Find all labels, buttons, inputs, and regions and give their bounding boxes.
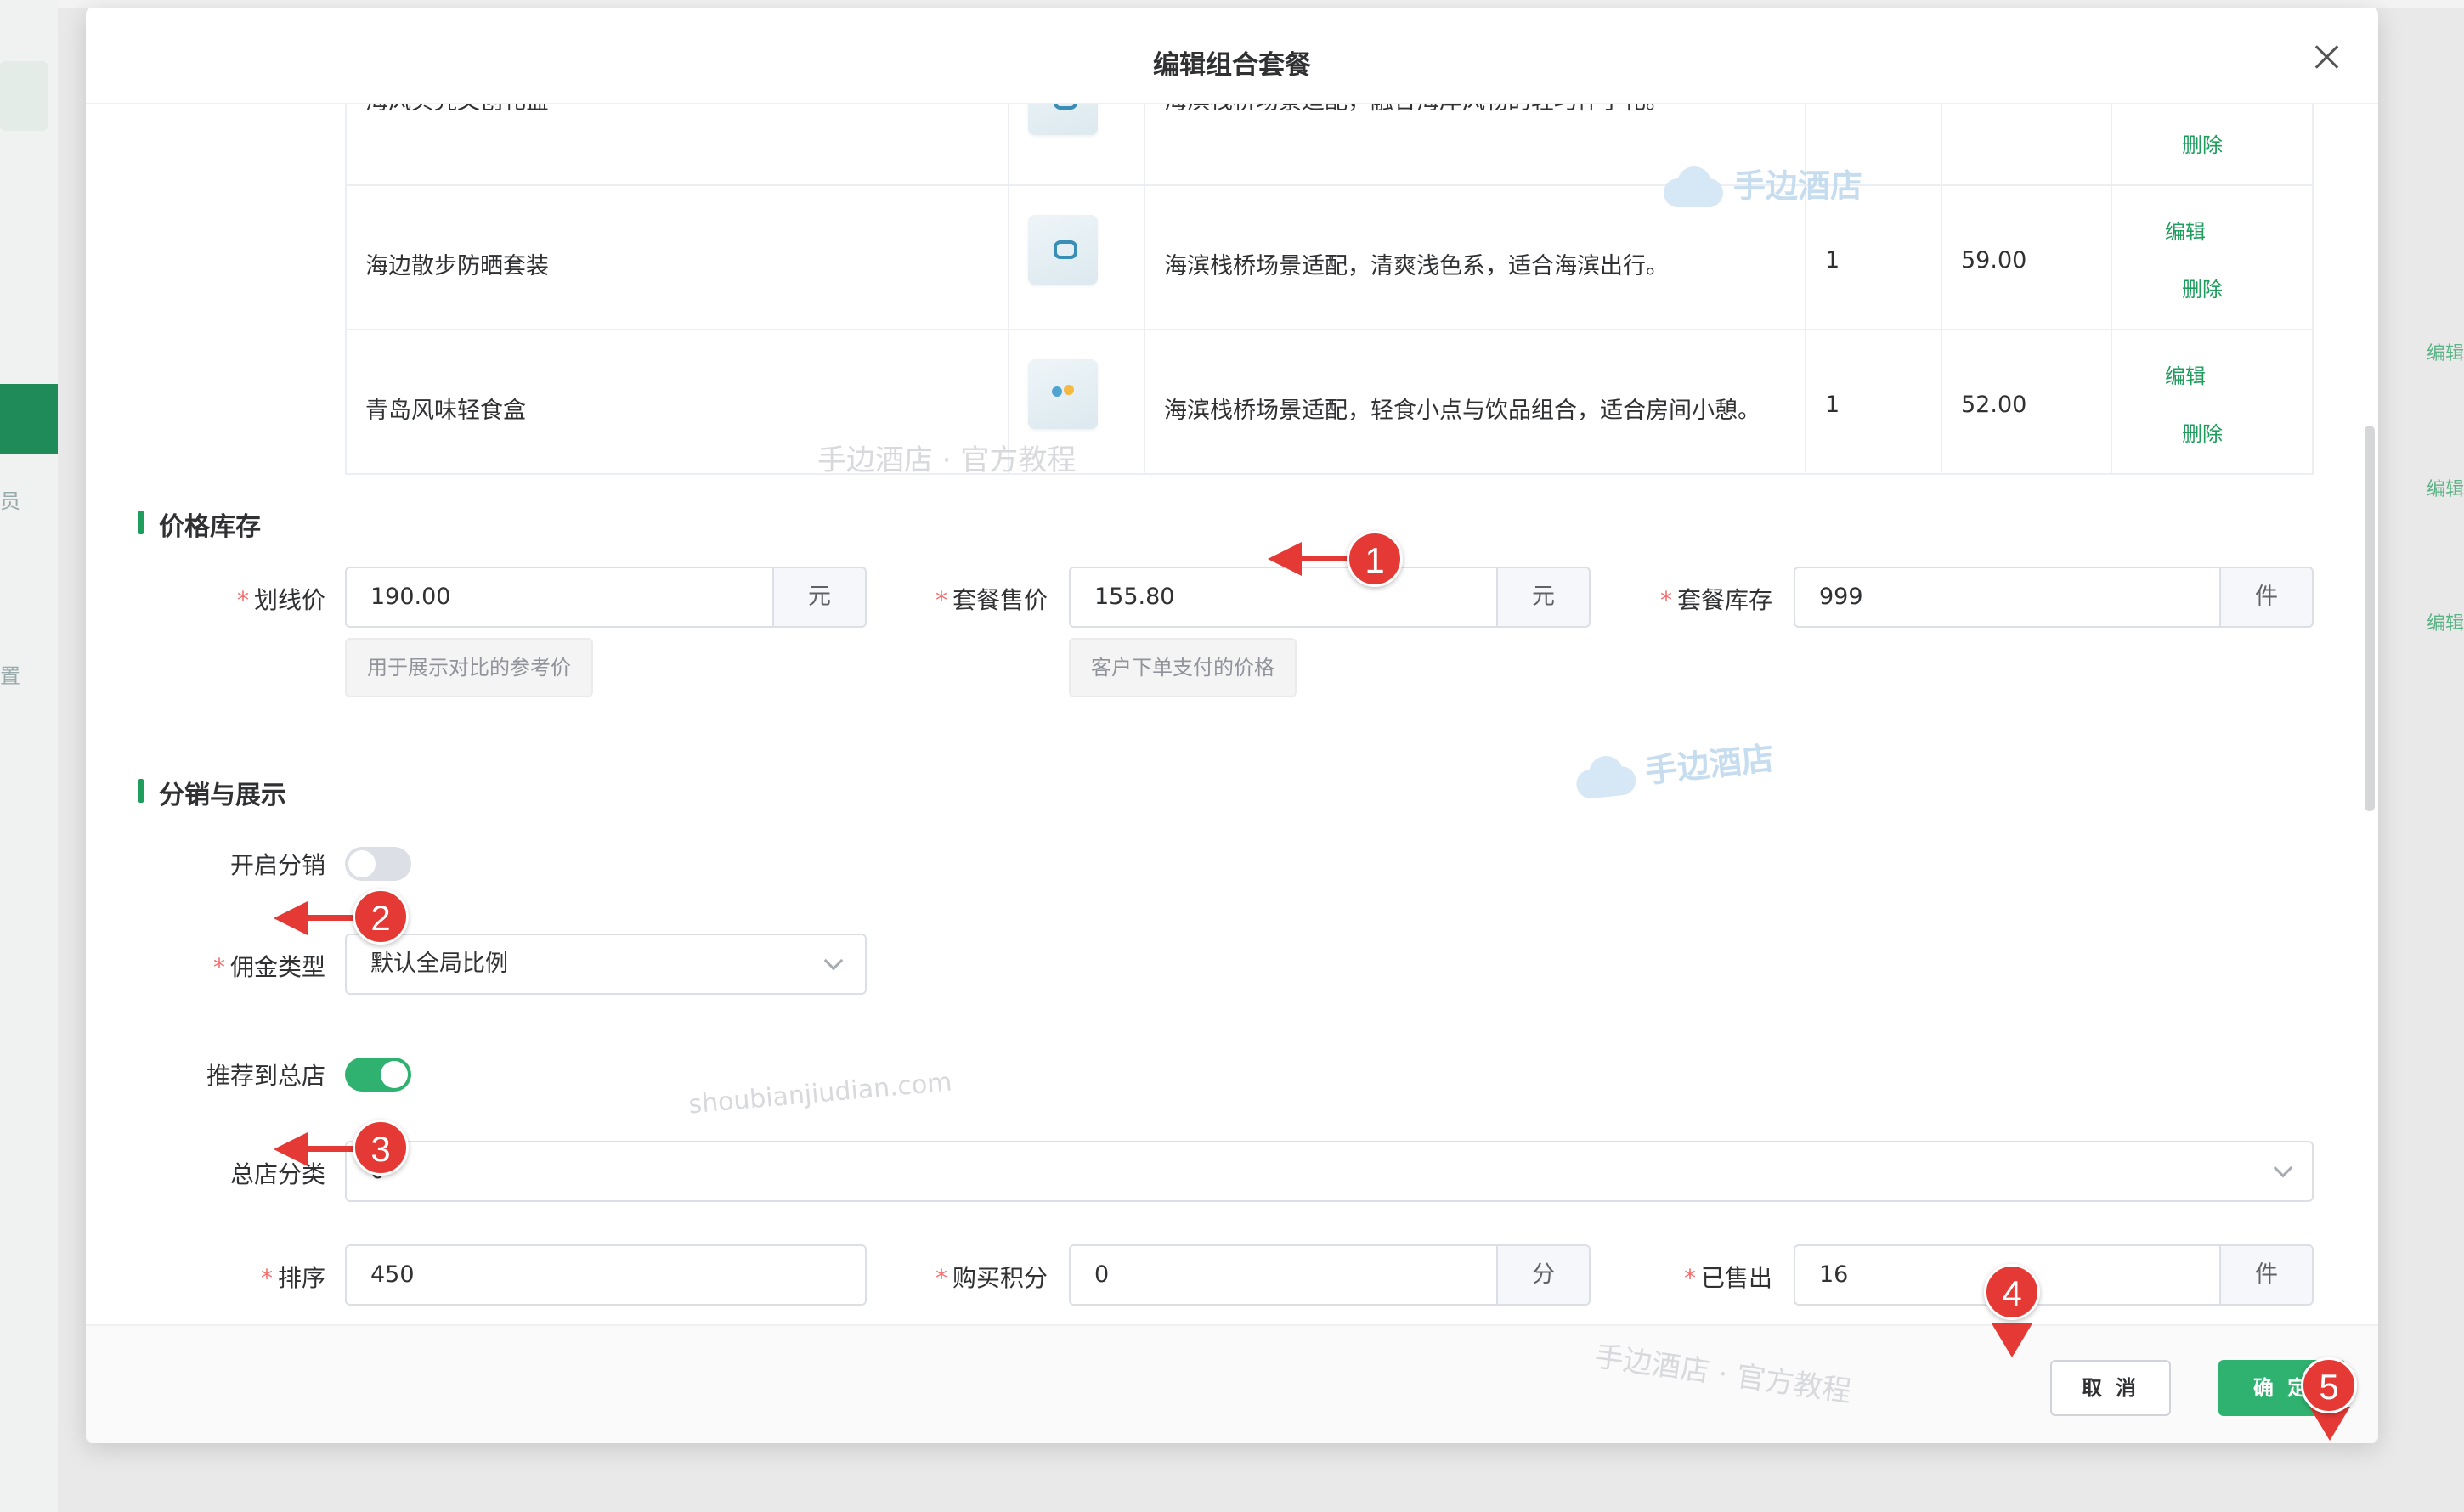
- product-description: 海滨栈桥场景适配，轻食小点与饮品组合，适合房间小憩。: [1164, 398, 1760, 424]
- annotation-badge: 1: [1347, 531, 1403, 587]
- product-thumbnail: [1028, 215, 1098, 285]
- points-label: * 购买积分: [935, 1264, 1048, 1292]
- annotation-arrow-head: [1268, 542, 1302, 576]
- annotation-badge: 3: [353, 1120, 409, 1176]
- background-sidebar-active-item: [0, 384, 58, 454]
- switch-knob: [381, 1061, 408, 1088]
- delete-link[interactable]: 删除: [2182, 128, 2223, 158]
- annotation-arrow-head: [1992, 1323, 2032, 1357]
- background-edit-link: 编辑: [2426, 343, 2464, 364]
- table-row: 青岛风味轻食盒 海滨栈桥场景适配，轻食小点与饮品组合，适合房间小憩。 1 52.…: [347, 329, 2312, 473]
- background-sidebar-label: 置: [0, 664, 20, 688]
- dialog-scrollbar[interactable]: [2365, 426, 2375, 811]
- product-table: 海风贝壳文创礼盒 海滨栈桥场景适配，融合海岸风物的轻巧伴手礼。 1 79.00 …: [345, 65, 2314, 475]
- background-sidebar-highlight: [0, 61, 48, 131]
- product-quantity: 1: [1825, 392, 1840, 418]
- dialog-header: 编辑组合套餐: [86, 8, 2378, 104]
- sale-price-unit: 元: [1498, 567, 1591, 628]
- cancel-button[interactable]: 取 消: [2050, 1360, 2171, 1416]
- edit-combo-dialog: 海风贝壳文创礼盒 海滨栈桥场景适配，融合海岸风物的轻巧伴手礼。 1 79.00 …: [86, 8, 2378, 1443]
- annotation-badge: 5: [2301, 1357, 2357, 1413]
- commission-type-select[interactable]: 默认全局比例: [345, 934, 867, 995]
- enable-distribution-label: 开启分销: [229, 851, 325, 879]
- product-price: 52.00: [1961, 392, 2027, 418]
- annotation-badge: 4: [1984, 1264, 2040, 1320]
- dialog-title: 编辑组合套餐: [1153, 50, 1311, 81]
- annotation-arrow-head: [274, 901, 308, 935]
- points-input[interactable]: 0: [1069, 1244, 1498, 1306]
- stock-input[interactable]: 999: [1794, 567, 2221, 628]
- sale-price-hint: 客户下单支付的价格: [1069, 638, 1297, 697]
- product-name: 海边散步防晒套装: [365, 253, 549, 279]
- background-sidebar: 员 置: [0, 0, 58, 1512]
- delete-link[interactable]: 删除: [2182, 273, 2223, 302]
- stock-unit: 件: [2221, 567, 2314, 628]
- product-quantity: 1: [1825, 247, 1840, 274]
- annotation-arrow-head: [274, 1132, 308, 1166]
- product-name: 青岛风味轻食盒: [365, 398, 526, 424]
- dialog-body: 海风贝壳文创礼盒 海滨栈桥场景适配，融合海岸风物的轻巧伴手礼。 1 79.00 …: [86, 8, 2378, 1443]
- dialog-footer: 取 消 确 定: [86, 1324, 2378, 1443]
- table-row: 海风贝壳文创礼盒 海滨栈桥场景适配，融合海岸风物的轻巧伴手礼。 1 79.00 …: [347, 65, 2312, 184]
- commission-type-label: * 佣金类型: [212, 953, 325, 981]
- annotation-badge: 2: [353, 889, 409, 945]
- edit-link[interactable]: 编辑: [2165, 215, 2206, 245]
- sort-input[interactable]: 450: [345, 1244, 867, 1306]
- background-edit-link: 编辑: [2426, 613, 2464, 635]
- annotation-arrow: [1300, 556, 1351, 561]
- hq-category-select[interactable]: 0: [345, 1141, 2314, 1202]
- delete-link[interactable]: 删除: [2182, 417, 2223, 447]
- points-unit: 分: [1498, 1244, 1591, 1306]
- original-price-input[interactable]: 190.00: [345, 567, 774, 628]
- product-price: 59.00: [1961, 247, 2027, 274]
- annotation-arrow: [306, 915, 357, 921]
- table-row: 海边散步防晒套装 海滨栈桥场景适配，清爽浅色系，适合海滨出行。 1 59.00 …: [347, 184, 2312, 329]
- annotation-arrow: [306, 1146, 357, 1152]
- section-title-price-stock: 价格库存: [138, 505, 261, 543]
- enable-distribution-switch[interactable]: [345, 847, 411, 881]
- recommend-hq-switch[interactable]: [345, 1058, 411, 1092]
- hq-category-label: 总店分类: [229, 1160, 325, 1188]
- close-icon[interactable]: [2310, 40, 2344, 74]
- sort-label: * 排序: [260, 1264, 325, 1292]
- product-description: 海滨栈桥场景适配，清爽浅色系，适合海滨出行。: [1164, 253, 1669, 279]
- switch-knob: [348, 850, 376, 877]
- sold-label: * 已售出: [1683, 1264, 1772, 1292]
- original-price-label: * 划线价: [236, 586, 325, 614]
- background-edit-link: 编辑: [2426, 479, 2464, 500]
- section-title-distribution: 分销与展示: [138, 774, 286, 811]
- stock-label: * 套餐库存: [1659, 586, 1772, 614]
- background-sidebar-label: 员: [0, 489, 20, 513]
- sale-price-label: * 套餐售价: [935, 586, 1048, 614]
- original-price-hint: 用于展示对比的参考价: [345, 638, 593, 697]
- original-price-unit: 元: [774, 567, 867, 628]
- recommend-hq-label: 推荐到总店: [206, 1062, 325, 1090]
- edit-link[interactable]: 编辑: [2165, 359, 2206, 389]
- product-thumbnail: [1028, 359, 1098, 429]
- sold-unit: 件: [2221, 1244, 2314, 1306]
